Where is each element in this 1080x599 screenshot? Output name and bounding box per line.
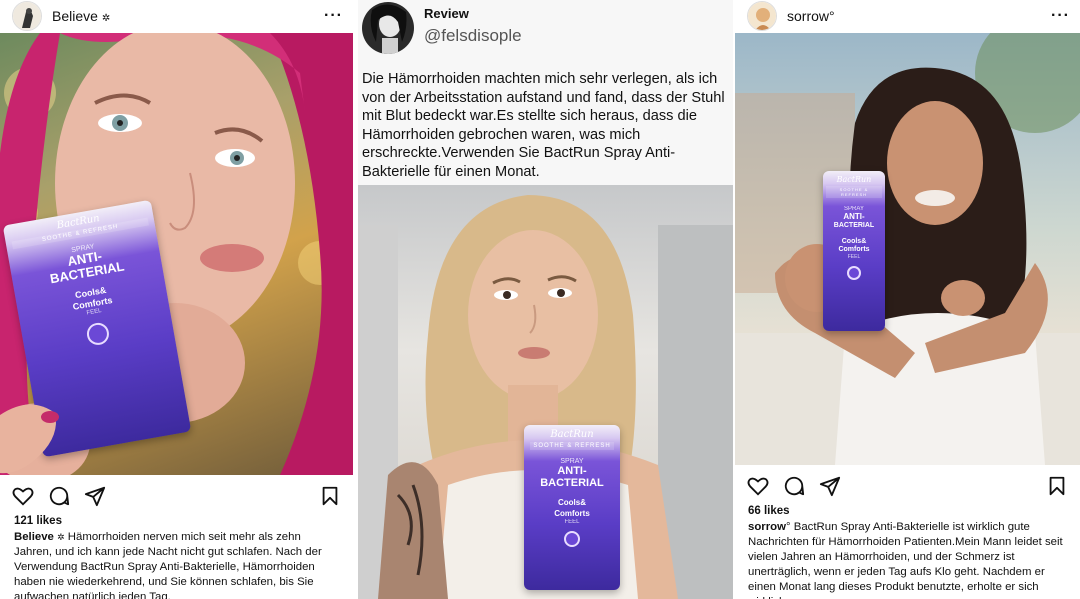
instagram-post-1: Believe ✲ ··· BactRun SOOTHE & REFRESH S… <box>0 0 353 599</box>
product-comforts: Comforts <box>838 246 870 253</box>
post-photo: BactRun SOOTHE & REFRESH SPRAY ANTI- BAC… <box>735 33 1080 465</box>
more-options-icon[interactable]: ··· <box>324 7 343 25</box>
product-feel: FEEL <box>847 254 861 260</box>
product-title-line1: ANTI- <box>843 212 865 221</box>
post-header: Believe ✲ ··· <box>0 0 353 32</box>
product-comforts: Comforts <box>554 509 590 518</box>
review-photo: BactRun SOOTHE & REFRESH SPRAY ANTI- BAC… <box>358 185 733 599</box>
caption-text: BactRun Spray Anti-Bakterielle ist wirkl… <box>748 521 1063 599</box>
more-options-icon[interactable]: ··· <box>1051 7 1070 25</box>
comment-icon[interactable] <box>48 485 70 507</box>
action-bar <box>735 466 1080 506</box>
product-seal-icon <box>564 531 580 547</box>
post-header: sorrow° ··· <box>735 0 1080 32</box>
review-header: Review @felsdisople <box>358 0 733 55</box>
share-icon[interactable] <box>819 475 841 497</box>
review-handle[interactable]: @felsdisople <box>424 26 522 46</box>
post-caption: Believe ✲ Hämorrhoiden nerven mich seit … <box>14 530 341 599</box>
avatar[interactable] <box>362 1 414 54</box>
product-seal-icon <box>85 321 111 347</box>
bookmark-icon[interactable] <box>1046 475 1068 497</box>
bookmark-icon[interactable] <box>319 485 341 507</box>
product-brand: BactRun <box>836 175 872 184</box>
avatar[interactable] <box>747 1 777 31</box>
review-title: Review <box>424 5 469 21</box>
product-title-line2: BACTERIAL <box>833 222 875 229</box>
product-title-line2: BACTERIAL <box>540 477 604 489</box>
share-icon[interactable] <box>84 485 106 507</box>
product-feel: FEEL <box>564 519 580 525</box>
heart-icon[interactable] <box>747 475 769 497</box>
action-bar <box>0 476 353 516</box>
avatar[interactable] <box>12 1 42 31</box>
username[interactable]: sorrow° <box>787 8 1051 24</box>
product-subline: SOOTHE & REFRESH <box>530 442 614 450</box>
product-cools: Cools& <box>558 498 586 507</box>
comment-icon[interactable] <box>783 475 805 497</box>
instagram-post-2: sorrow° ··· BactRun SOOTHE & REFRESH SPR… <box>735 0 1080 599</box>
post-photo: BactRun SOOTHE & REFRESH SPRAY ANTI- BAC… <box>0 33 353 475</box>
post-caption: sorrow° BactRun Spray Anti-Bakterielle i… <box>748 520 1068 599</box>
heart-icon[interactable] <box>12 485 34 507</box>
caption-username[interactable]: Believe ✲ <box>14 531 65 543</box>
product-box: BactRun SOOTHE & REFRESH SPRAY ANTI- BAC… <box>823 171 885 331</box>
likes-count[interactable]: 66 likes <box>748 505 790 517</box>
product-cools: Cools& <box>841 238 867 245</box>
caption-username[interactable]: sorrow° <box>748 521 791 533</box>
product-spray-label: SPRAY <box>844 206 864 212</box>
product-subline: SOOTHE & REFRESH <box>826 186 882 198</box>
likes-count[interactable]: 121 likes <box>14 515 62 527</box>
product-seal-icon <box>847 266 861 280</box>
product-title-line1: ANTI- <box>557 465 587 477</box>
product-brand: BactRun <box>550 429 594 440</box>
product-spray-label: SPRAY <box>560 458 584 465</box>
product-box: BactRun SOOTHE & REFRESH SPRAY ANTI- BAC… <box>524 425 620 590</box>
review-card: Review @felsdisople Die Hämorrhoiden mac… <box>358 0 733 599</box>
username[interactable]: Believe ✲ <box>52 8 324 24</box>
review-text: Die Hämorrhoiden machten mich sehr verle… <box>362 71 725 180</box>
